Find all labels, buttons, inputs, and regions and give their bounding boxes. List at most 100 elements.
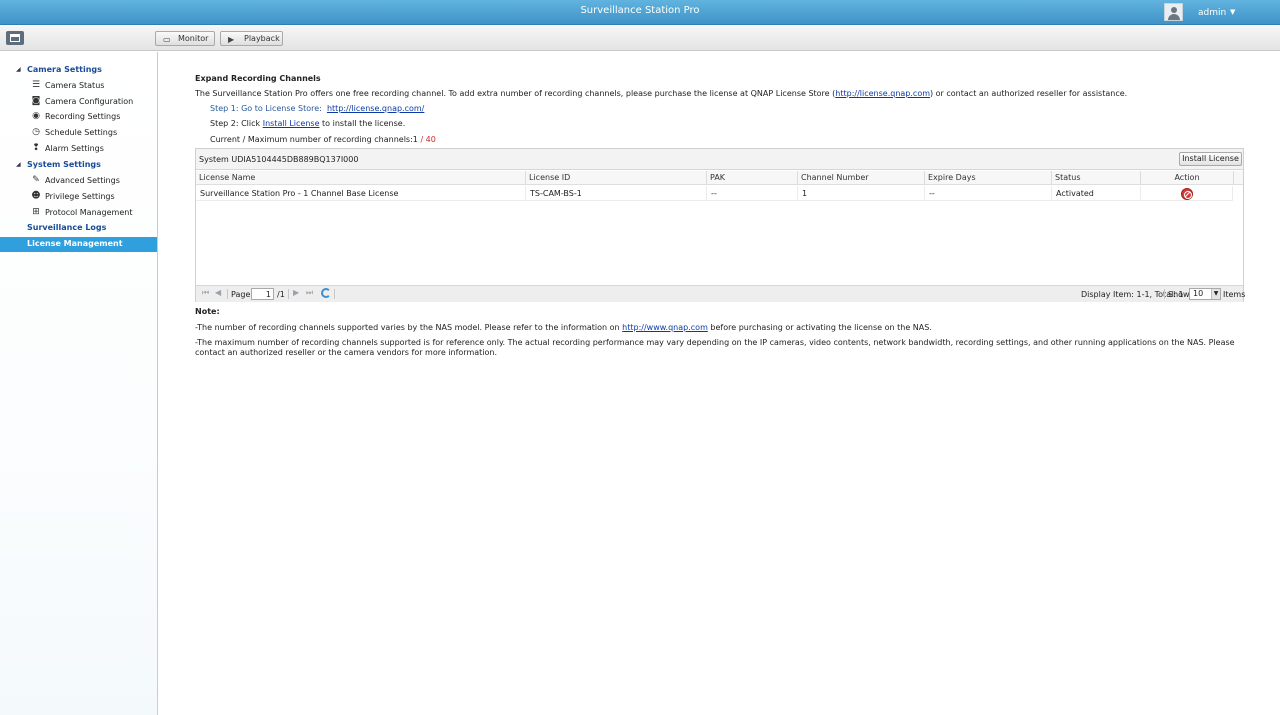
sidebar-item-label: Camera Configuration (45, 97, 134, 106)
table-row[interactable]: Surveillance Station Pro - 1 Channel Bas… (196, 186, 1233, 201)
pager-divider (334, 289, 335, 299)
playback-button[interactable]: ▶ Playback (220, 31, 283, 46)
sidebar-item-label: Camera Status (45, 81, 105, 90)
pagination-bar: ⏮ ◀ Page /1 ▶ ⏭ Display Item: 1-1, Total… (196, 285, 1245, 302)
next-page-icon[interactable]: ▶ (293, 288, 299, 297)
user-menu[interactable]: admin (1198, 8, 1226, 18)
monitor-icon: ▭ (163, 35, 171, 44)
main-content: Expand Recording Channels The Surveillan… (159, 52, 1280, 715)
last-page-icon[interactable]: ⏭ (306, 288, 313, 298)
pager-divider (1164, 289, 1165, 299)
sidebar-item-alarm-settings[interactable]: ❢ Alarm Settings (0, 142, 157, 157)
wrench-icon: ✎ (32, 175, 40, 185)
sidebar-item-camera-status[interactable]: ☰ Camera Status (0, 79, 157, 94)
playback-label: Playback (244, 34, 280, 43)
install-license-button[interactable]: Install License (1179, 152, 1242, 166)
system-id: System UDIA5104445DB889BQ137I000 (199, 155, 359, 164)
cell-channel-number: 1 (798, 186, 925, 201)
page-number-input[interactable] (251, 288, 274, 300)
column-header-pak[interactable]: PAK (707, 171, 798, 185)
step-2-label: Step 2: Click (210, 119, 261, 128)
install-license-link[interactable]: Install License (263, 119, 320, 128)
sidebar-item-label: Advanced Settings (45, 176, 120, 185)
monitor-button[interactable]: ▭ Monitor (155, 31, 215, 46)
refresh-icon[interactable] (321, 288, 331, 298)
license-store-step-link[interactable]: http://license.qnap.com/ (327, 104, 424, 113)
remove-icon[interactable] (1181, 188, 1193, 200)
page-label: Page (231, 290, 251, 299)
cell-license-name: Surveillance Station Pro - 1 Channel Bas… (196, 186, 526, 201)
sidebar-item-license-management[interactable]: License Management (0, 237, 157, 252)
sidebar-group-label: System Settings (27, 160, 101, 169)
step-1-label: Step 1: Go to License Store: (210, 104, 322, 113)
grid-header: System UDIA5104445DB889BQ137I000 Install… (196, 149, 1243, 170)
network-icon: ⊞ (32, 207, 40, 217)
cell-expire-days: -- (925, 186, 1052, 201)
column-header-status[interactable]: Status (1052, 171, 1141, 185)
intro-text-end: ) or contact an authorized reseller for … (930, 89, 1128, 98)
cell-action (1141, 186, 1233, 201)
sidebar-item-label: Alarm Settings (45, 144, 104, 153)
items-per-page-value: 10 (1193, 289, 1204, 298)
note-1-text-start: -The number of recording channels suppor… (195, 323, 623, 332)
step-2: Step 2: Click Install License to install… (210, 119, 405, 128)
note-title: Note: (195, 307, 220, 316)
channel-max-value: / 40 (420, 135, 436, 144)
column-header-expire-days[interactable]: Expire Days (925, 171, 1052, 185)
sidebar-item-label: Privilege Settings (45, 192, 115, 201)
items-per-page-select[interactable]: 10 ▼ (1189, 288, 1221, 300)
collapse-arrow-icon[interactable]: ◢ (16, 66, 21, 73)
app-title: Surveillance Station Pro (580, 5, 700, 16)
pager-divider (288, 289, 289, 299)
play-icon: ▶ (228, 35, 235, 44)
sidebar-item-advanced-settings[interactable]: ✎ Advanced Settings (0, 174, 157, 189)
sidebar-item-label: Surveillance Logs (27, 223, 107, 232)
camera-icon: ◙ (31, 96, 41, 106)
license-store-link[interactable]: http://license.qnap.com (835, 89, 930, 98)
sidebar: ◢ Camera Settings ☰ Camera Status ◙ Came… (0, 52, 158, 715)
sidebar-item-schedule-settings[interactable]: ◷ Schedule Settings (0, 126, 157, 141)
column-header-license-id[interactable]: License ID (526, 171, 707, 185)
channel-count: Current / Maximum number of recording ch… (210, 135, 436, 144)
channel-count-label: Current / Maximum number of recording ch… (210, 135, 418, 144)
pager-divider (227, 289, 228, 299)
collapse-arrow-icon[interactable]: ◢ (16, 161, 21, 168)
user-icon: ☻ (31, 191, 41, 201)
column-header-channel-number[interactable]: Channel Number (798, 171, 925, 185)
clock-icon: ◷ (32, 127, 40, 137)
sidebar-item-protocol-management[interactable]: ⊞ Protocol Management (0, 206, 157, 221)
sidebar-group-label: Camera Settings (27, 65, 102, 74)
show-label: Show (1168, 290, 1190, 299)
alarm-icon: ❢ (32, 143, 40, 153)
title-bar: Surveillance Station Pro admin ▼ (0, 0, 1280, 25)
menu-toggle-icon[interactable] (6, 31, 24, 45)
previous-page-icon[interactable]: ◀ (215, 288, 221, 297)
record-icon: ◉ (32, 111, 40, 121)
sidebar-group-system-settings[interactable]: ◢ System Settings (0, 158, 157, 173)
license-grid: System UDIA5104445DB889BQ137I000 Install… (195, 148, 1245, 302)
qnap-website-link[interactable]: http://www.qnap.com (622, 323, 708, 332)
cell-license-id: TS-CAM-BS-1 (526, 186, 707, 201)
column-header-action[interactable]: Action (1141, 171, 1234, 185)
first-page-icon[interactable]: ⏮ (202, 288, 209, 298)
sidebar-item-label: License Management (27, 239, 123, 248)
grid-column-headers: License Name License ID PAK Channel Numb… (196, 171, 1243, 185)
section-title: Expand Recording Channels (195, 74, 321, 83)
sidebar-item-camera-configuration[interactable]: ◙ Camera Configuration (0, 95, 157, 110)
sidebar-group-camera-settings[interactable]: ◢ Camera Settings (0, 63, 157, 78)
column-header-license-name[interactable]: License Name (196, 171, 526, 185)
chevron-down-icon[interactable]: ▼ (1211, 289, 1220, 299)
intro-text: The Surveillance Station Pro offers one … (195, 89, 1127, 98)
chevron-down-icon[interactable]: ▼ (1230, 8, 1235, 16)
monitor-label: Monitor (178, 34, 209, 43)
sidebar-item-surveillance-logs[interactable]: Surveillance Logs (0, 221, 157, 236)
sidebar-item-label: Protocol Management (45, 208, 133, 217)
step-2-suffix: to install the license. (322, 119, 406, 128)
sidebar-item-label: Schedule Settings (45, 128, 118, 137)
user-avatar-icon[interactable] (1164, 3, 1183, 21)
sidebar-item-privilege-settings[interactable]: ☻ Privilege Settings (0, 190, 157, 205)
cell-pak: -- (707, 186, 798, 201)
toolbar: ▭ Monitor ▶ Playback (0, 26, 1280, 51)
sidebar-item-recording-settings[interactable]: ◉ Recording Settings (0, 110, 157, 125)
intro-text-start: The Surveillance Station Pro offers one … (195, 89, 836, 98)
